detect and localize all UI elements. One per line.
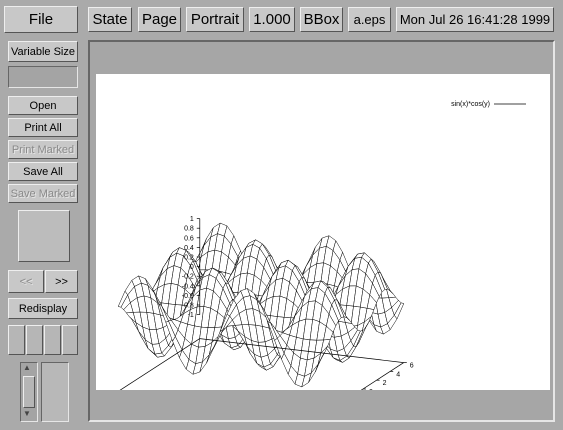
open-button[interactable]: Open (8, 96, 78, 115)
z-tick-label: 0.8 (184, 226, 194, 233)
scroll-thumb[interactable] (23, 376, 35, 408)
date-label: Mon Jul 26 16:41:28 1999 (396, 7, 554, 32)
y-tick-label: 0 (369, 389, 373, 390)
postscript-page[interactable]: 10.80.60.40.20-0.2-0.4-0.6-0.8-1 -6-4-20… (96, 74, 550, 390)
document-viewport[interactable]: 10.80.60.40.20-0.2-0.4-0.6-0.8-1 -6-4-20… (88, 40, 555, 422)
file-menu-button[interactable]: File (4, 6, 78, 33)
y-tick-label: 6 (410, 363, 414, 370)
surface-mesh (117, 222, 405, 388)
save-all-button[interactable]: Save All (8, 162, 78, 181)
z-tick-label: -1 (188, 312, 194, 319)
z-tick-label: 1 (190, 216, 194, 223)
next-page-button[interactable]: >> (45, 270, 78, 293)
y-axis-ticks: -6-4-20246 (369, 363, 414, 390)
state-button[interactable]: State (88, 7, 132, 32)
page-list-scrollbar[interactable]: ▲ ▼ (20, 362, 38, 422)
page-list-slot-4[interactable] (62, 325, 78, 355)
legend-label: sin(x)*cos(y) (451, 101, 490, 108)
z-tick-label: -0.8 (182, 303, 194, 310)
orientation-button[interactable]: Portrait (186, 7, 244, 32)
z-tick-label: 0.4 (184, 245, 194, 252)
page-list-slot-3[interactable] (44, 325, 61, 355)
page-list-panel[interactable] (41, 362, 69, 422)
scroll-up-icon[interactable]: ▲ (23, 363, 31, 372)
z-tick-label: 0.6 (184, 235, 194, 242)
y-tick-label: 2 (383, 380, 387, 387)
surface-plot: 10.80.60.40.20-0.2-0.4-0.6-0.8-1 -6-4-20… (117, 101, 526, 390)
print-all-button[interactable]: Print All (8, 118, 78, 137)
redisplay-button[interactable]: Redisplay (8, 298, 78, 319)
page-preview-panel[interactable] (18, 210, 70, 262)
z-tick-label: -0.2 (182, 274, 194, 281)
y-tick-label: 4 (396, 371, 400, 378)
magnification-button[interactable]: 1.000 (249, 7, 295, 32)
save-marked-button[interactable]: Save Marked (8, 184, 78, 203)
filename-label: a.eps (348, 7, 391, 32)
page-button[interactable]: Page (138, 7, 181, 32)
page-list-slot-2[interactable] (26, 325, 43, 355)
status-field (8, 66, 78, 88)
variable-size-button[interactable]: Variable Size (8, 41, 78, 62)
bbox-button[interactable]: BBox (300, 7, 343, 32)
z-tick-label: 0.2 (184, 255, 194, 262)
scroll-down-icon[interactable]: ▼ (23, 409, 31, 418)
print-marked-button[interactable]: Print Marked (8, 140, 78, 159)
z-tick-label: -0.4 (182, 283, 194, 290)
y-axis-line (360, 362, 404, 390)
z-tick-label: 0 (190, 264, 194, 271)
previous-page-button[interactable]: << (8, 270, 44, 293)
z-tick-label: -0.6 (182, 293, 194, 300)
page-list-slot-1[interactable] (8, 325, 25, 355)
